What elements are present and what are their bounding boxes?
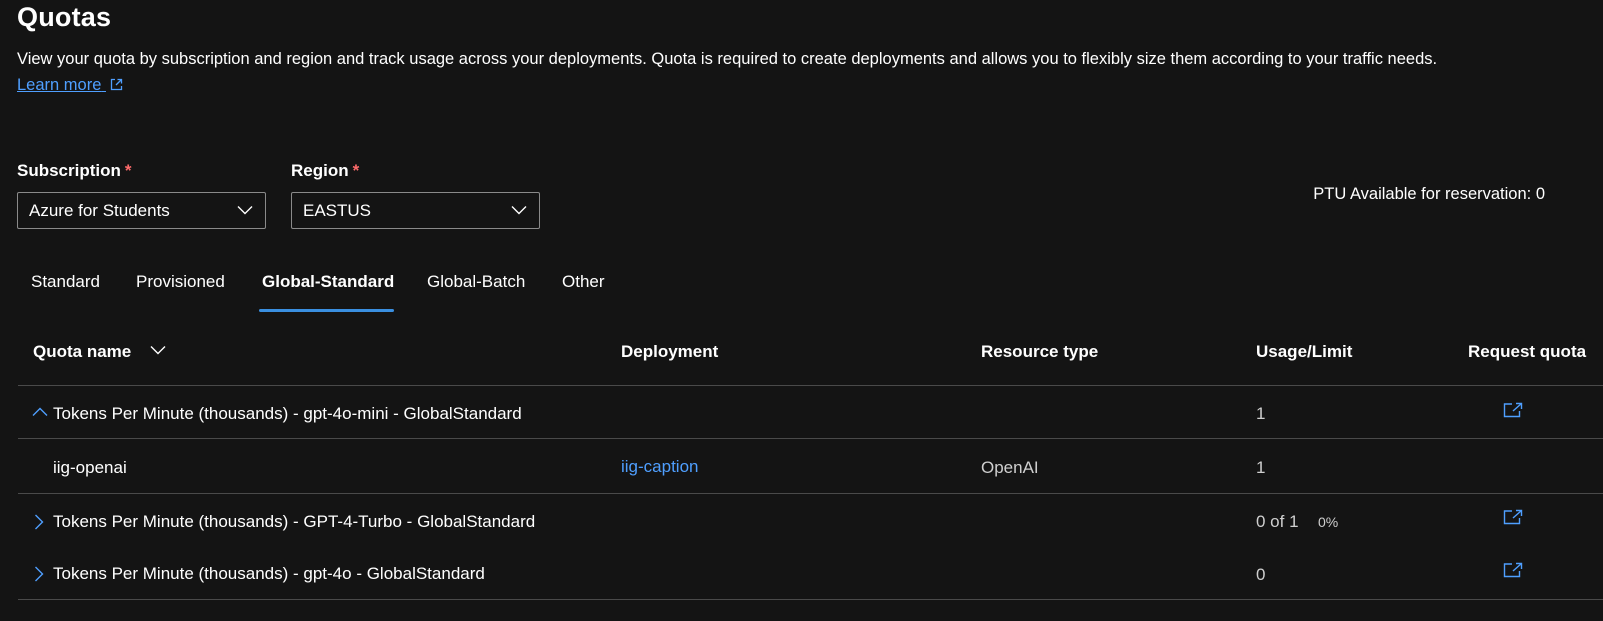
subscription-dropdown[interactable]: Azure for Students (17, 192, 266, 229)
tab-standard[interactable]: Standard (31, 272, 100, 292)
page-description: View your quota by subscription and regi… (17, 50, 1438, 68)
column-header-quota-name[interactable]: Quota name (33, 342, 166, 362)
chevron-right-icon[interactable] (34, 514, 44, 530)
chevron-right-icon[interactable] (34, 566, 44, 582)
region-value: EASTUS (303, 200, 372, 220)
subscription-label-text: Subscription (17, 161, 121, 180)
page-title: Quotas (17, 2, 112, 32)
quota-row-name: Tokens Per Minute (thousands) - gpt-4o -… (53, 564, 485, 583)
request-quota-icon[interactable] (1503, 402, 1523, 418)
divider (18, 599, 1603, 600)
request-quota-icon[interactable] (1503, 562, 1523, 578)
learn-more-link[interactable]: Learn more (17, 76, 123, 95)
ptu-available-text: PTU Available for reservation: 0 (1313, 185, 1545, 203)
learn-more-label: Learn more (17, 76, 102, 94)
required-mark: * (124, 161, 132, 180)
chevron-up-icon[interactable] (32, 407, 48, 417)
external-link-icon (110, 78, 123, 91)
deployment-resource-name: iig-openai (53, 458, 127, 477)
divider (18, 385, 1603, 386)
quotas-page: Quotas View your quota by subscription a… (0, 0, 1603, 621)
usage-percent: 0% (1318, 514, 1339, 530)
region-label: Region * (291, 161, 359, 181)
column-header-quota-name-label: Quota name (33, 342, 132, 361)
quota-row-usage: 0 of 1 (1256, 512, 1299, 531)
tab-global-batch[interactable]: Global-Batch (427, 272, 525, 292)
request-quota-icon[interactable] (1503, 509, 1523, 525)
column-header-request-quota: Request quota (1468, 342, 1587, 361)
region-label-text: Region (291, 161, 349, 180)
chevron-down-icon (150, 346, 166, 355)
tab-other[interactable]: Other (562, 272, 605, 292)
resource-type-value: OpenAI (981, 458, 1039, 477)
quota-row-name: Tokens Per Minute (thousands) - GPT-4-Tu… (53, 512, 536, 531)
region-dropdown[interactable]: EASTUS (291, 192, 540, 229)
quota-row-usage: 1 (1256, 404, 1266, 423)
deployment-link[interactable]: iig-caption (621, 457, 699, 477)
subscription-label: Subscription * (17, 161, 132, 181)
tab-global-standard[interactable]: Global-Standard (262, 272, 394, 292)
quota-row-usage: 0 (1256, 565, 1266, 584)
deployment-usage: 1 (1256, 458, 1266, 477)
divider (18, 438, 1603, 439)
tab-provisioned[interactable]: Provisioned (136, 272, 225, 292)
quota-row-name: Tokens Per Minute (thousands) - gpt-4o-m… (53, 404, 522, 423)
chevron-down-icon (511, 206, 527, 215)
column-header-resource-type: Resource type (981, 342, 1099, 361)
required-mark: * (352, 161, 360, 180)
chevron-down-icon (237, 206, 253, 215)
column-header-deployment: Deployment (621, 342, 719, 361)
column-header-usage-limit: Usage/Limit (1256, 342, 1353, 361)
subscription-value: Azure for Students (29, 200, 170, 220)
active-tab-indicator (259, 309, 394, 312)
divider (18, 493, 1603, 494)
